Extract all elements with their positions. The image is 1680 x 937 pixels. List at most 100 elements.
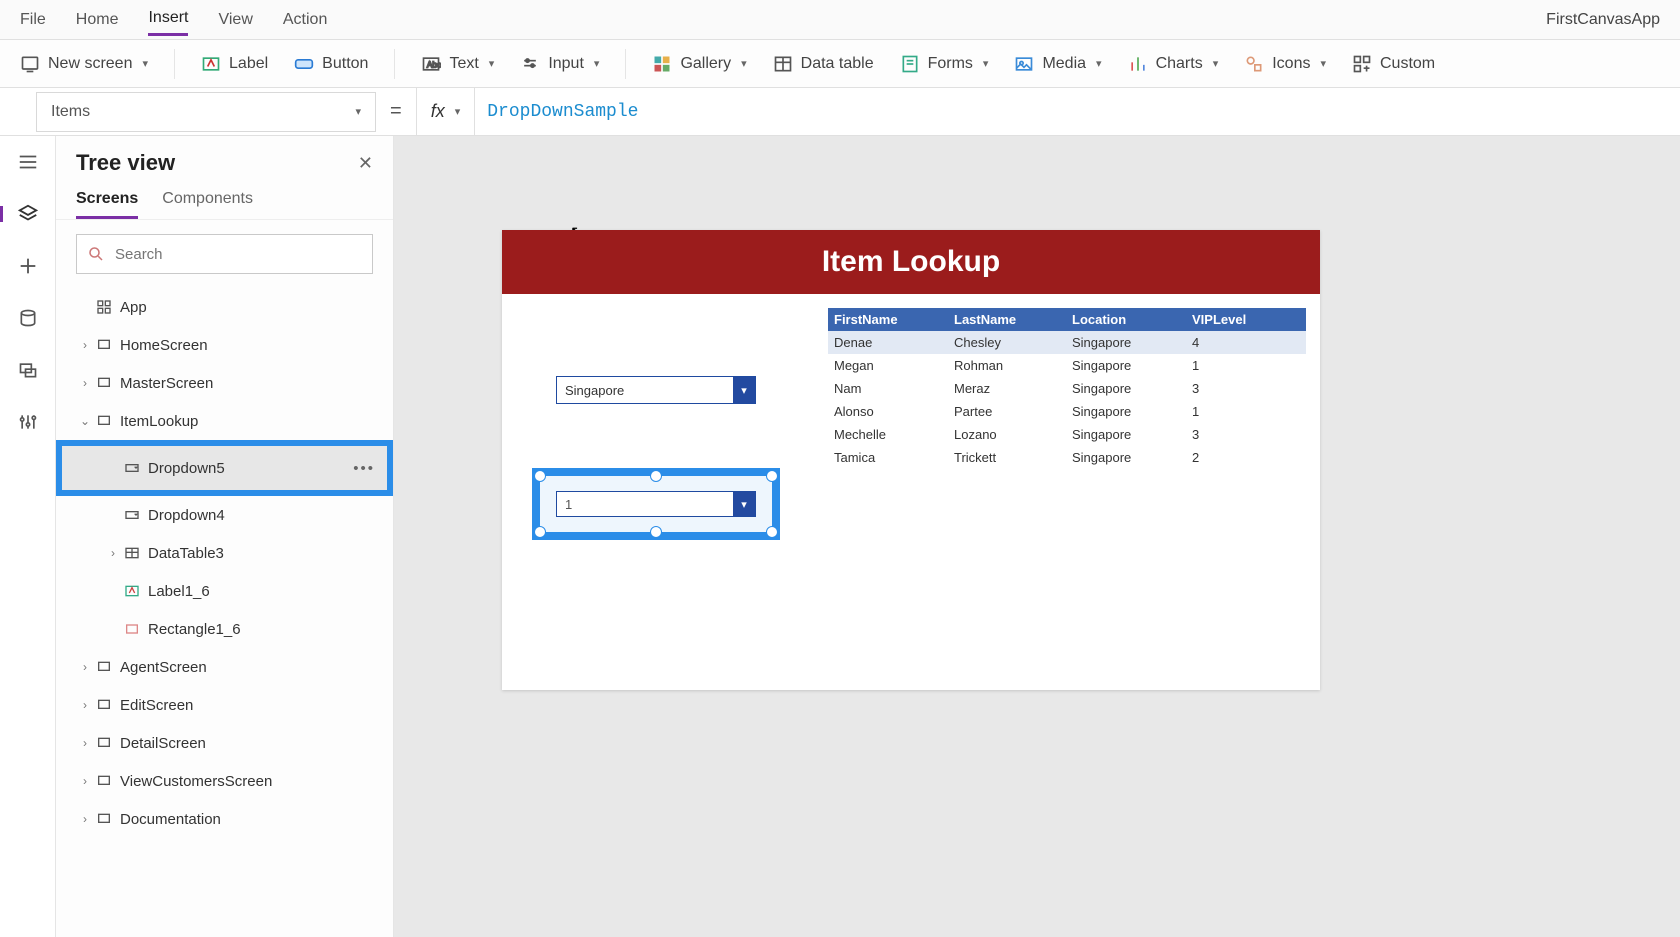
close-icon[interactable]: ✕ — [358, 153, 373, 174]
table-header: FirstName LastName Location VIPLevel — [828, 308, 1306, 331]
table-row[interactable]: Nam Meraz Singapore 3 — [828, 377, 1306, 400]
charts-button[interactable]: Charts▾ — [1128, 54, 1219, 74]
gallery-button[interactable]: Gallery▾ — [652, 54, 746, 74]
tree-app[interactable]: App — [56, 288, 393, 326]
dropdown5-value: 1 — [557, 497, 733, 512]
add-icon[interactable] — [16, 254, 40, 278]
new-screen-button[interactable]: New screen▾ — [20, 54, 148, 74]
tree-label1-6[interactable]: Label1_6 — [56, 572, 393, 610]
tree-detailscreen[interactable]: › DetailScreen — [56, 724, 393, 762]
tree-title: Tree view — [76, 150, 175, 176]
input-icon — [520, 54, 540, 74]
tree-dropdown5[interactable]: Dropdown5 ••• — [56, 440, 393, 496]
menu-insert[interactable]: Insert — [148, 3, 188, 36]
chevron-down-icon: ▾ — [741, 57, 747, 70]
search-box[interactable] — [76, 234, 373, 274]
cell: Singapore — [1066, 446, 1186, 469]
tab-components[interactable]: Components — [162, 182, 253, 219]
data-icon[interactable] — [16, 306, 40, 330]
fx-button[interactable]: fx ▾ — [416, 88, 476, 135]
chevron-down-icon[interactable]: ▾ — [733, 492, 755, 516]
button-button[interactable]: Button — [294, 54, 368, 74]
data-table-button[interactable]: Data table — [773, 54, 874, 74]
resize-handle[interactable] — [650, 470, 662, 482]
chevron-right-icon[interactable]: › — [76, 774, 94, 788]
table-row[interactable]: Megan Rohman Singapore 1 — [828, 354, 1306, 377]
icons-button[interactable]: Icons▾ — [1244, 54, 1326, 74]
table-row[interactable]: Tamica Trickett Singapore 2 — [828, 446, 1306, 469]
tree-documentation[interactable]: › Documentation — [56, 800, 393, 838]
more-icon[interactable]: ••• — [353, 460, 375, 477]
dropdown-icon — [122, 507, 142, 523]
label-button[interactable]: Label — [201, 54, 268, 74]
menu-bar: File Home Insert View Action FirstCanvas… — [0, 0, 1680, 40]
table-row[interactable]: Alonso Partee Singapore 1 — [828, 400, 1306, 423]
chevron-down-icon[interactable]: ⌄ — [76, 414, 94, 428]
chevron-down-icon[interactable]: ▾ — [733, 377, 755, 403]
tree-item-label: Dropdown4 — [148, 507, 225, 524]
tree-item-label: DetailScreen — [120, 735, 206, 752]
screen-header: Item Lookup — [502, 230, 1320, 294]
chevron-down-icon: ▾ — [1213, 57, 1219, 70]
cell: Singapore — [1066, 400, 1186, 423]
menu-view[interactable]: View — [218, 5, 252, 35]
search-icon — [87, 245, 105, 263]
formula-bar: Items ▾ = fx ▾ DropDownSample — [0, 88, 1680, 136]
app-screen[interactable]: Item Lookup Singapore ▾ 1 ▾ FirstNa — [502, 230, 1320, 690]
fx-label: fx — [431, 101, 445, 122]
search-input[interactable] — [113, 245, 362, 264]
app-icon — [94, 299, 114, 315]
chevron-right-icon[interactable]: › — [76, 812, 94, 826]
dropdown5-selection[interactable]: 1 ▾ — [532, 468, 780, 540]
col-lastname[interactable]: LastName — [948, 308, 1066, 331]
resize-handle[interactable] — [534, 526, 546, 538]
table-row[interactable]: Mechelle Lozano Singapore 3 — [828, 423, 1306, 446]
tree-datatable3[interactable]: › DataTable3 — [56, 534, 393, 572]
chevron-right-icon[interactable]: › — [104, 546, 122, 560]
col-location[interactable]: Location — [1066, 308, 1186, 331]
col-firstname[interactable]: FirstName — [828, 308, 948, 331]
hamburger-icon[interactable] — [16, 150, 40, 174]
chevron-right-icon[interactable]: › — [76, 338, 94, 352]
resize-handle[interactable] — [534, 470, 546, 482]
resize-handle[interactable] — [766, 470, 778, 482]
data-table[interactable]: FirstName LastName Location VIPLevel Den… — [828, 308, 1306, 469]
tree-dropdown4[interactable]: Dropdown4 — [56, 496, 393, 534]
settings-icon[interactable] — [16, 410, 40, 434]
tree-editscreen[interactable]: › EditScreen — [56, 686, 393, 724]
media-button[interactable]: Media▾ — [1014, 54, 1101, 74]
tree-masterscreen[interactable]: › MasterScreen — [56, 364, 393, 402]
chevron-right-icon[interactable]: › — [76, 660, 94, 674]
tab-screens[interactable]: Screens — [76, 182, 138, 219]
tree-agentscreen[interactable]: › AgentScreen — [56, 648, 393, 686]
forms-button[interactable]: Forms▾ — [900, 54, 989, 74]
custom-button[interactable]: Custom — [1352, 54, 1435, 74]
resize-handle[interactable] — [766, 526, 778, 538]
custom-label: Custom — [1380, 55, 1435, 73]
tree-homescreen[interactable]: › HomeScreen — [56, 326, 393, 364]
text-button[interactable]: Abc Text▾ — [421, 54, 494, 74]
dropdown4-control[interactable]: Singapore ▾ — [556, 376, 756, 404]
text-icon: Abc — [421, 54, 441, 74]
tree-view-icon[interactable] — [16, 202, 40, 226]
cell: Singapore — [1066, 354, 1186, 377]
property-selector[interactable]: Items ▾ — [36, 92, 376, 132]
chevron-right-icon[interactable]: › — [76, 698, 94, 712]
input-button[interactable]: Input▾ — [520, 54, 599, 74]
tree-viewcustomersscreen[interactable]: › ViewCustomersScreen — [56, 762, 393, 800]
menu-action[interactable]: Action — [283, 5, 327, 35]
ribbon: New screen▾ Label Button Abc Text▾ Input… — [0, 40, 1680, 88]
chevron-right-icon[interactable]: › — [76, 376, 94, 390]
dropdown5-control[interactable]: 1 ▾ — [556, 491, 756, 517]
tree-rectangle1-6[interactable]: Rectangle1_6 — [56, 610, 393, 648]
tree-itemlookup[interactable]: ⌄ ItemLookup — [56, 402, 393, 440]
formula-input[interactable]: DropDownSample — [475, 102, 638, 122]
table-icon — [122, 545, 142, 561]
menu-home[interactable]: Home — [76, 5, 119, 35]
menu-file[interactable]: File — [20, 5, 46, 35]
media-panel-icon[interactable] — [16, 358, 40, 382]
col-viplevel[interactable]: VIPLevel — [1186, 308, 1306, 331]
resize-handle[interactable] — [650, 526, 662, 538]
chevron-right-icon[interactable]: › — [76, 736, 94, 750]
table-row[interactable]: Denae Chesley Singapore 4 — [828, 331, 1306, 354]
